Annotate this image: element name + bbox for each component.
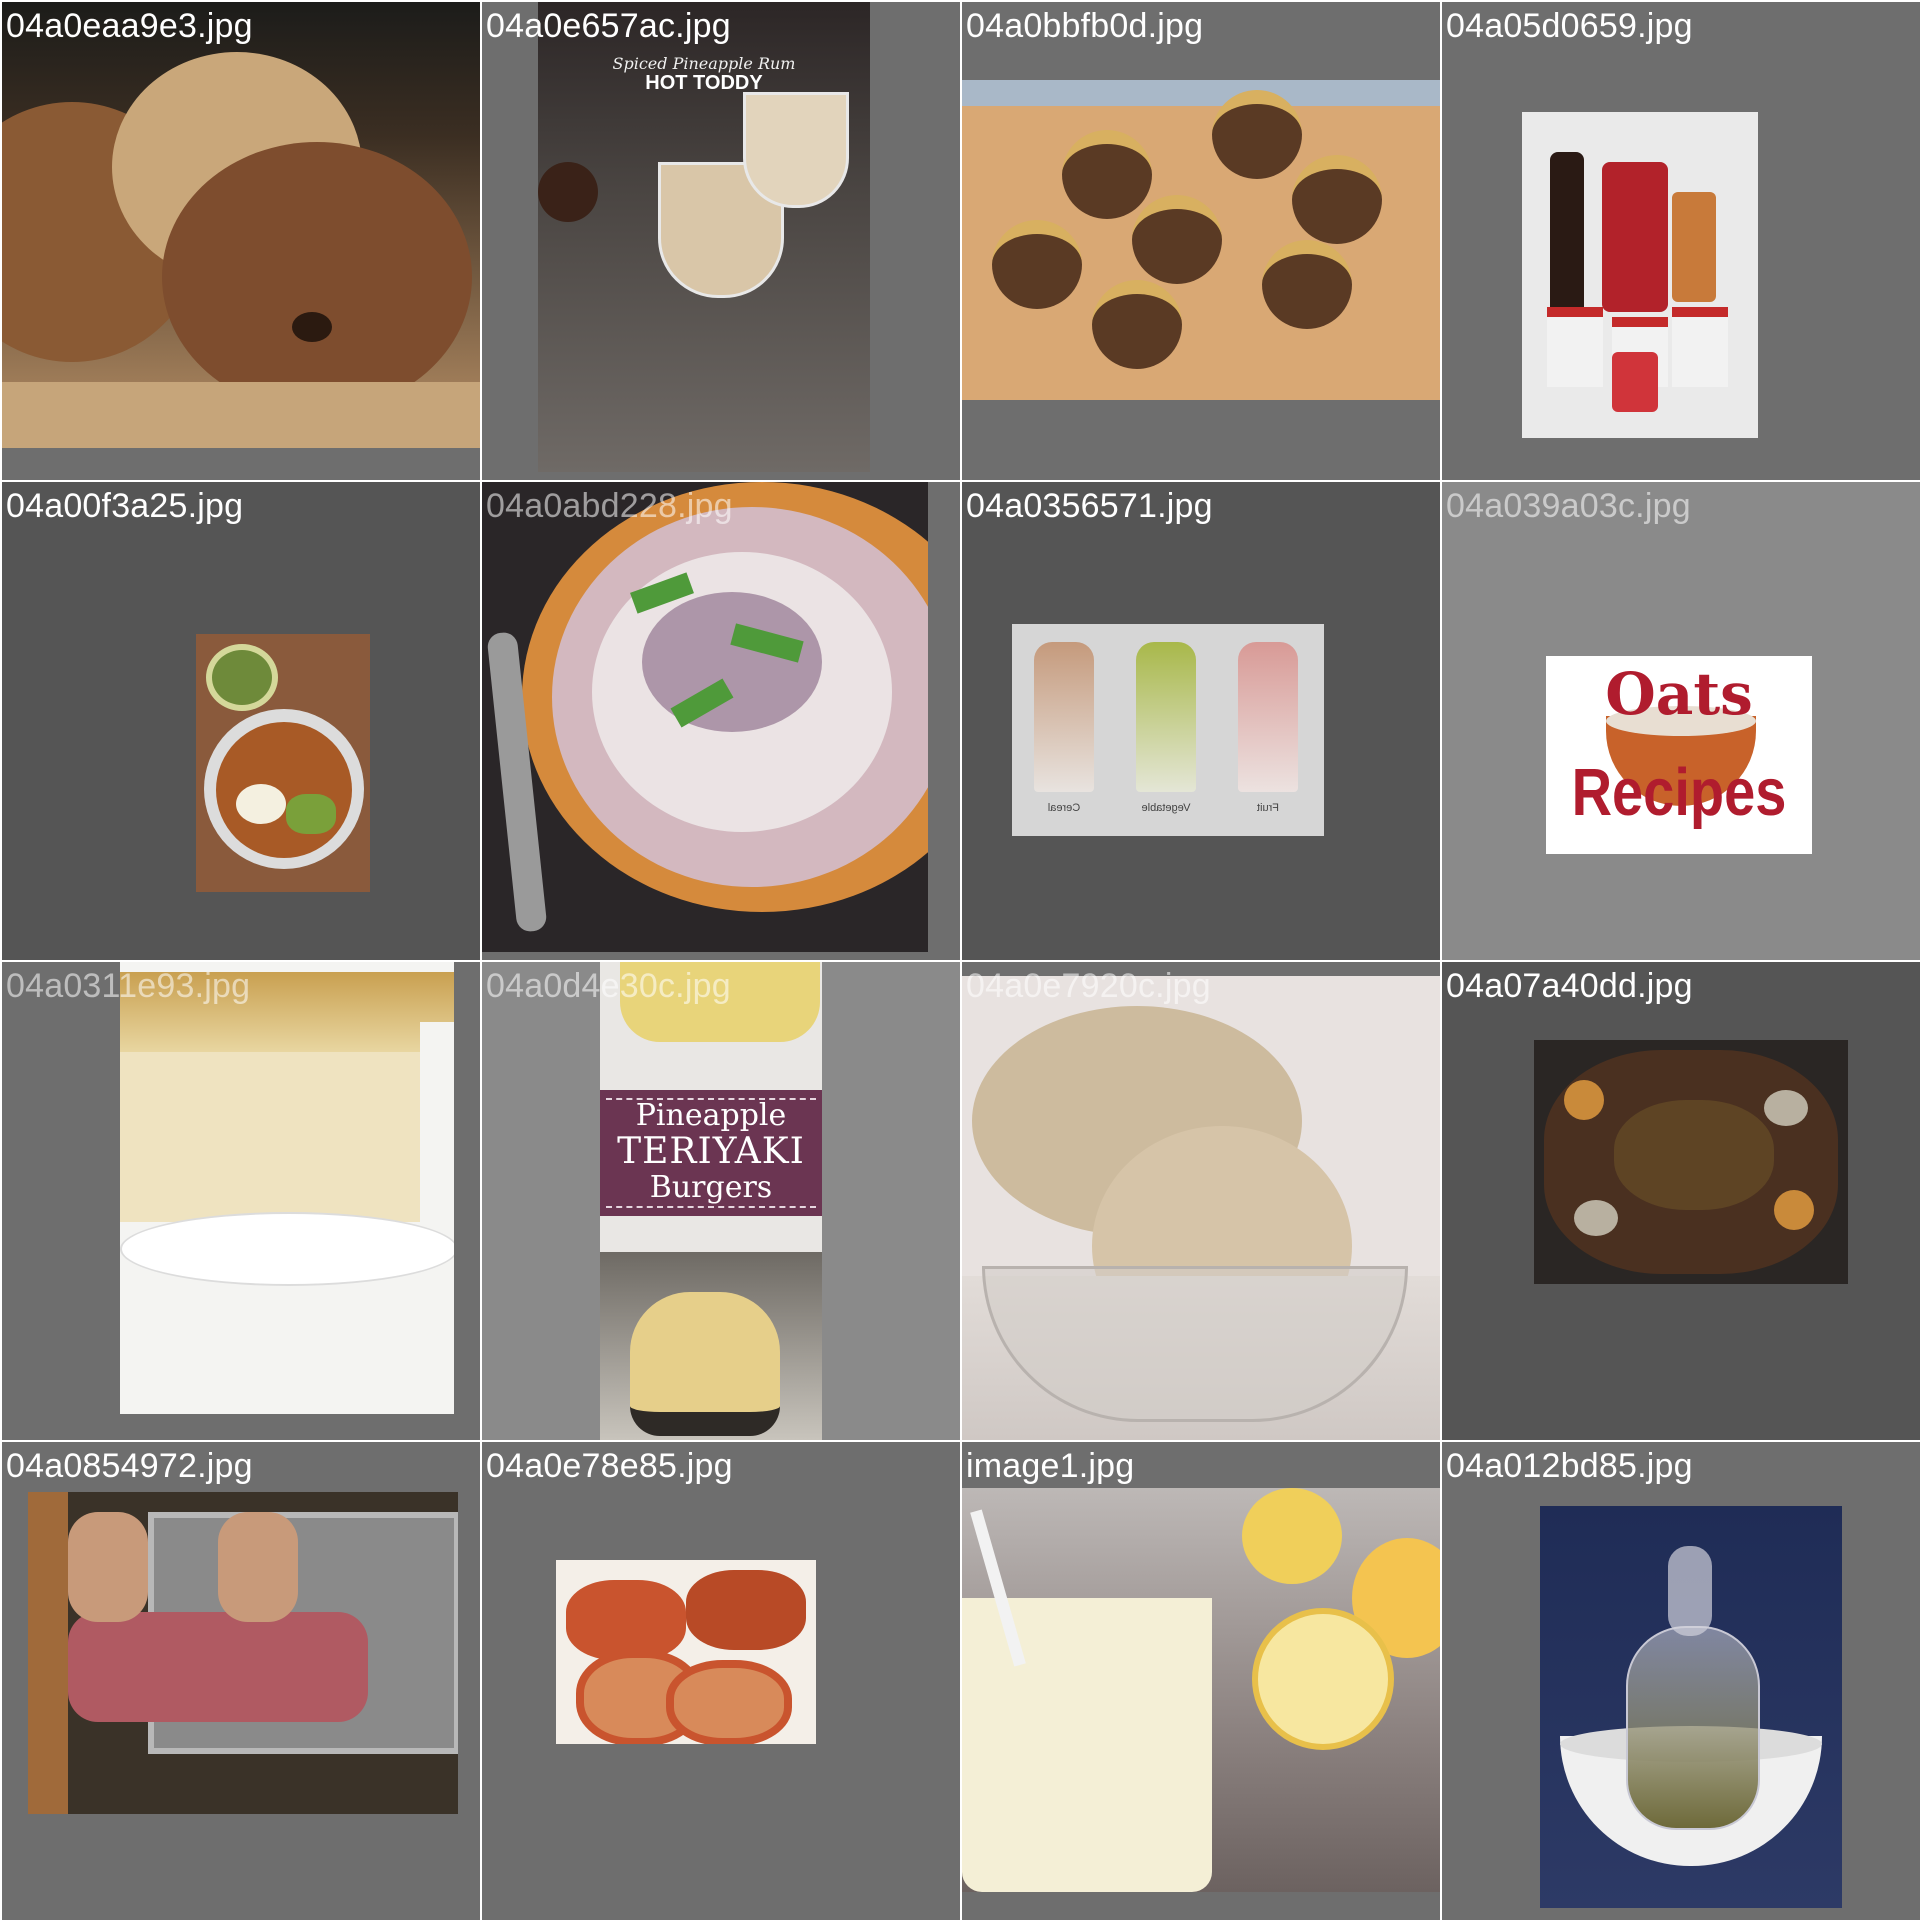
overlay-title: Oats [1605,660,1753,728]
filename-label: 04a0e78e85.jpg [486,1447,733,1485]
filename-label: 04a0eaa9e3.jpg [6,7,253,45]
image-tile[interactable]: 04a0abd228.jpg [482,482,960,960]
filename-label: 04a07a40dd.jpg [1446,967,1693,1005]
thumbnail-smoothing-foam: Cereal Vegetable Fruit [1012,624,1324,836]
filename-label: 04a00f3a25.jpg [6,487,244,525]
overlay-title: HOT TODDY [645,72,763,94]
image-tile[interactable]: 04a0bbfb0d.jpg [962,2,1440,480]
image-tile[interactable]: 04a00f3a25.jpg [2,482,480,960]
watermark-logo [1232,1818,1432,1878]
product-label: Cereal [1047,802,1081,814]
thumbnail-stuffed-mushrooms [962,80,1440,400]
product-label: Fruit [1257,802,1279,814]
thumbnail-olive-oil [1540,1506,1842,1908]
thumbnail-coleslaw [482,482,928,952]
filename-label: 04a039a03c.jpg [1446,487,1691,525]
thumbnail-teriyaki-burgers: Pineapple TERIYAKI Burgers [600,962,822,1440]
filename-label: 04a05d0659.jpg [1446,7,1693,45]
thumbnail-grain-bowl [196,634,370,892]
thumbnail-cookies [962,976,1440,1440]
image-grid: 04a0eaa9e3.jpg Spiced Pineapple Rum HOT … [0,0,1920,1920]
image-tile[interactable]: 04a0e7920c.jpg [962,962,1440,1440]
image-tile[interactable]: Oats Recipes 04a039a03c.jpg [1442,482,1920,960]
filename-label: 04a012bd85.jpg [1446,1447,1693,1485]
thumbnail-bagels [2,2,480,448]
image-tile[interactable]: 04a0e78e85.jpg [482,1442,960,1920]
thumbnail-hot-toddy: Spiced Pineapple Rum HOT TODDY [538,2,870,472]
image-tile[interactable]: 04a0854972.jpg [2,1442,480,1920]
image-tile[interactable]: 04a0311e93.jpg [2,962,480,1440]
thumbnail-cheesecake [120,962,454,1414]
filename-label: 04a0abd228.jpg [486,487,733,525]
thumbnail-lemonade [962,1488,1440,1892]
overlay-subtitle: Spiced Pineapple Rum [612,54,796,73]
image-tile[interactable]: Pineapple TERIYAKI Burgers 04a0d4e30c.jp… [482,962,960,1440]
thumbnail-oats-recipes: Oats Recipes [1546,656,1812,854]
image-tile[interactable]: 04a0eaa9e3.jpg [2,2,480,480]
image-tile[interactable]: 04a012bd85.jpg [1442,1442,1920,1920]
filename-label: 04a0356571.jpg [966,487,1213,525]
overlay-line-2: TERIYAKI [617,1131,805,1172]
thumbnail-slow-cooker-roast [1534,1040,1848,1284]
overlay-subtitle: Recipes [1571,753,1787,830]
overlay-line-1: Pineapple [635,1098,787,1133]
filename-label: 04a0d4e30c.jpg [486,967,731,1005]
thumbnail-ribs-prep [28,1492,458,1814]
filename-label: 04a0e7920c.jpg [966,967,1211,1005]
thumbnail-stuffed-roll [556,1560,816,1744]
image-tile[interactable]: Spiced Pineapple Rum HOT TODDY 04a0e657a… [482,2,960,480]
filename-label: 04a0311e93.jpg [6,967,251,1005]
filename-label: image1.jpg [966,1447,1135,1485]
overlay-line-3: Burgers [649,1170,773,1205]
image-tile[interactable]: 04a07a40dd.jpg [1442,962,1920,1440]
filename-label: 04a0854972.jpg [6,1447,253,1485]
filename-label: 04a0e657ac.jpg [486,7,731,45]
thumbnail-condiments [1522,112,1758,438]
image-tile[interactable]: 04a05d0659.jpg [1442,2,1920,480]
filename-label: 04a0bbfb0d.jpg [966,7,1204,45]
product-label: Vegetable [1141,802,1191,814]
image-tile[interactable]: Cereal Vegetable Fruit 04a0356571.jpg [962,482,1440,960]
image-tile[interactable]: image1.jpg [962,1442,1440,1920]
